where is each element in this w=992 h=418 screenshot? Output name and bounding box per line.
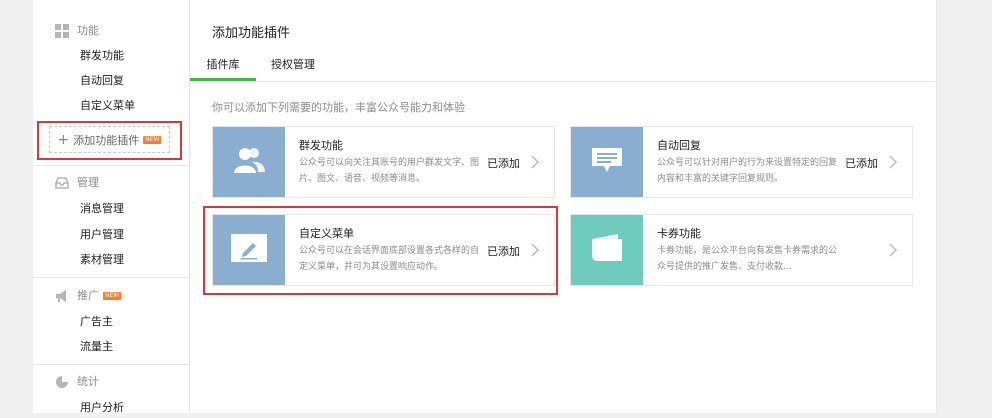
- add-plugin-label: 添加功能插件: [73, 133, 140, 147]
- plugin-card-mass-send[interactable]: 群发功能 公众号可以向关注其账号的用户群发文字、图片、图文、语音、视频等消息。 …: [212, 126, 555, 198]
- card-description: 公众号可以向关注其账号的用户群发文字、图片、图文、语音、视频等消息。: [299, 158, 480, 184]
- sidebar-divider: [33, 277, 189, 278]
- sidebar-item-auto-reply[interactable]: 自动回复: [80, 71, 124, 91]
- sidebar-item-users[interactable]: 用户管理: [80, 225, 124, 245]
- card-status: 已添加: [845, 157, 878, 170]
- hint-text: 你可以添加下列需要的功能，丰富公众号能力和体验: [212, 101, 465, 114]
- users-icon: [232, 145, 266, 179]
- chevron-right-icon: [886, 153, 900, 171]
- card-description: 公众号可以在会话界面底部设置各式各样的自定义菜单，并可为其设置响应动作。: [299, 246, 480, 272]
- tab-bar: 插件库 授权管理: [190, 52, 935, 82]
- chevron-right-icon: [528, 241, 542, 259]
- sidebar-section-manage: 管理: [55, 173, 99, 193]
- card-thumbnail: [571, 127, 643, 197]
- card-title: 自动回复: [657, 139, 701, 152]
- sidebar-item-advertiser[interactable]: 广告主: [80, 312, 113, 332]
- card-status: 已添加: [487, 245, 520, 258]
- main-content: 添加功能插件 插件库 授权管理 你可以添加下列需要的功能，丰富公众号能力和体验 …: [190, 0, 935, 413]
- plugin-card-coupon[interactable]: 卡券功能 卡券功能，是公众平台向有发售卡券需求的公众号提供的推广发售、支付收款.…: [570, 214, 913, 286]
- card-status: 已添加: [487, 157, 520, 170]
- plus-icon: +: [57, 131, 70, 148]
- plugin-card-custom-menu[interactable]: 自定义菜单 公众号可以在会话界面底部设置各式各样的自定义菜单，并可为其设置响应动…: [212, 214, 555, 286]
- new-badge: NEW: [103, 292, 122, 300]
- chat-icon: [590, 146, 624, 178]
- card-thumbnail: [571, 215, 643, 285]
- chevron-right-icon: [528, 153, 542, 171]
- grid-icon: [55, 24, 69, 38]
- sidebar-item-publisher[interactable]: 流量主: [80, 337, 113, 357]
- sidebar-item-user-analysis[interactable]: 用户分析: [80, 398, 124, 418]
- section-title: 管理: [77, 176, 99, 189]
- page-title: 添加功能插件: [212, 26, 291, 41]
- sidebar-section-promote: 推广 NEW: [55, 286, 122, 306]
- chevron-right-icon: [886, 241, 900, 259]
- section-title: 统计: [77, 375, 99, 388]
- edit-icon: [231, 234, 267, 266]
- card-description: 卡券功能，是公众平台向有发售卡券需求的公众号提供的推广发售、支付收款...: [657, 246, 838, 272]
- sidebar-section-stats: 统计: [55, 372, 99, 392]
- card-title: 卡券功能: [657, 227, 701, 240]
- card-icon: [590, 233, 624, 267]
- card-thumbnail: [213, 215, 285, 285]
- sidebar-divider: [33, 165, 189, 166]
- sidebar-section-features: 功能: [55, 21, 99, 41]
- sidebar-item-messages[interactable]: 消息管理: [80, 199, 124, 219]
- sidebar: 功能 群发功能 自动回复 自定义菜单 + 添加功能插件 NEW 管理 消息管理 …: [33, 0, 190, 414]
- tab-authorization[interactable]: 授权管理: [263, 52, 323, 81]
- card-title: 自定义菜单: [299, 227, 354, 240]
- section-title: 推广: [77, 289, 99, 302]
- sidebar-item-custom-menu[interactable]: 自定义菜单: [80, 96, 135, 116]
- card-thumbnail: [213, 127, 285, 197]
- add-plugin-button[interactable]: + 添加功能插件 NEW: [49, 126, 170, 153]
- card-title: 群发功能: [299, 139, 343, 152]
- inbox-icon: [55, 176, 69, 190]
- megaphone-icon: [55, 289, 69, 303]
- new-badge: NEW: [143, 135, 162, 144]
- plugin-card-auto-reply[interactable]: 自动回复 公众号可以针对用户的行为来设置特定的回复内容和丰富的关键字回复规则。 …: [570, 126, 913, 198]
- section-title: 功能: [77, 24, 99, 37]
- tab-plugin-library[interactable]: 插件库: [190, 52, 256, 81]
- sidebar-divider: [33, 364, 189, 365]
- pie-chart-icon: [55, 375, 69, 389]
- sidebar-item-mass-send[interactable]: 群发功能: [80, 46, 124, 66]
- card-description: 公众号可以针对用户的行为来设置特定的回复内容和丰富的关键字回复规则。: [657, 158, 838, 184]
- sidebar-item-materials[interactable]: 素材管理: [80, 250, 124, 270]
